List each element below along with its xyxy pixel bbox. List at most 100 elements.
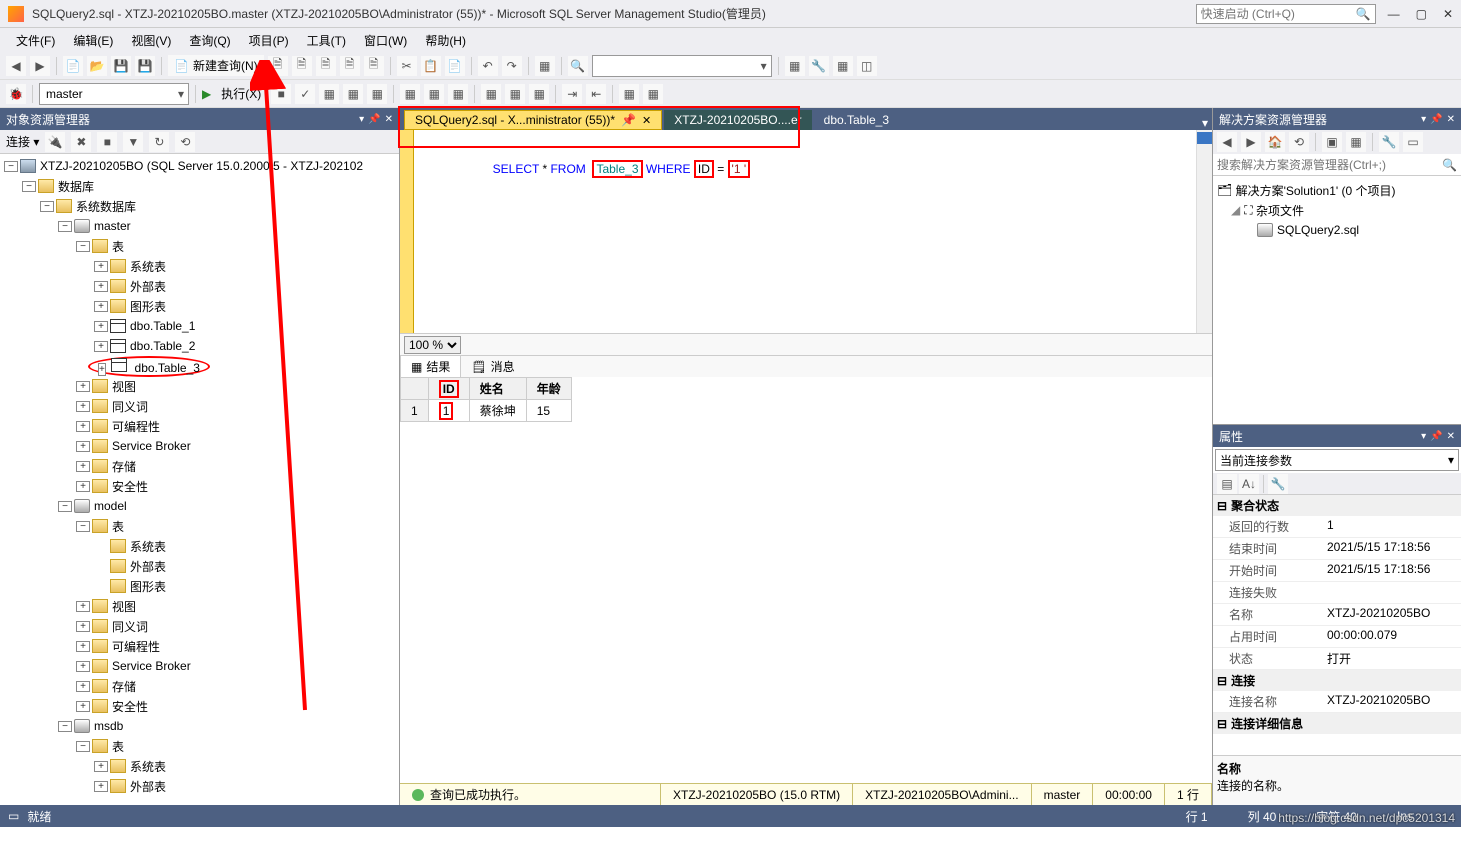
refresh-icon[interactable]: ↻	[149, 132, 169, 152]
prop-category-details[interactable]: ⊟连接详细信息	[1213, 713, 1461, 734]
quick-launch-input[interactable]	[1201, 7, 1356, 21]
solution-tree[interactable]: 🗂 解决方案'Solution1' (0 个项目) ◢⛶ 杂项文件 SQLQue…	[1213, 176, 1461, 424]
outdent-button[interactable]: ⇤	[586, 84, 606, 104]
dropdown-icon[interactable]: ▾	[359, 114, 364, 125]
parse-button[interactable]: ✓	[295, 84, 315, 104]
model-synonyms-node[interactable]: 同义词	[112, 618, 148, 635]
expand-icon[interactable]: +	[76, 461, 90, 472]
debug-button[interactable]: 🐞	[6, 84, 26, 104]
indent-button[interactable]: ⇥	[562, 84, 582, 104]
expand-icon[interactable]: −	[22, 181, 36, 192]
new-query-button[interactable]: 📄 新建查询(N)	[168, 55, 264, 76]
table3-node[interactable]: dbo.Table_3	[135, 361, 200, 375]
model-views-node[interactable]: 视图	[112, 598, 136, 615]
msdb-tables-node[interactable]: 表	[112, 738, 124, 755]
split-icon[interactable]	[1197, 132, 1212, 144]
menu-file[interactable]: 文件(F)	[8, 29, 63, 52]
model-storage-node[interactable]: 存储	[112, 678, 136, 695]
expand-icon[interactable]: +	[98, 363, 106, 376]
col-id[interactable]: ID	[428, 378, 469, 400]
maximize-button[interactable]: ▢	[1416, 7, 1427, 21]
results-grid[interactable]: ID 姓名 年龄 1 1 蔡徐坤 15	[400, 377, 1212, 783]
wrench-icon[interactable]: 🔧	[1268, 474, 1288, 494]
dm-icon[interactable]: 🗎	[316, 56, 336, 76]
expand-icon[interactable]: +	[94, 301, 108, 312]
msdb-node[interactable]: msdb	[94, 719, 123, 733]
col-age[interactable]: 年龄	[526, 378, 571, 400]
expand-icon[interactable]: +	[94, 261, 108, 272]
expand-icon[interactable]: −	[76, 741, 90, 752]
find-combo[interactable]	[592, 55, 772, 77]
expand-icon[interactable]: +	[76, 701, 90, 712]
col-name[interactable]: 姓名	[469, 378, 526, 400]
pin-icon[interactable]: 📌	[1430, 431, 1442, 442]
msdb-system-tables-node[interactable]: 系统表	[130, 758, 166, 775]
model-security-node[interactable]: 安全性	[112, 698, 148, 715]
cut-button[interactable]: ✂	[397, 56, 417, 76]
minimize-button[interactable]: —	[1388, 7, 1400, 21]
expand-icon[interactable]: +	[94, 761, 108, 772]
tb-g[interactable]: ▦	[619, 84, 639, 104]
menu-project[interactable]: 项目(P)	[241, 29, 297, 52]
model-tables-node[interactable]: 表	[112, 518, 124, 535]
system-tables-node[interactable]: 系统表	[130, 258, 166, 275]
nav-fwd-button[interactable]: ▶	[30, 56, 50, 76]
expand-icon[interactable]: +	[76, 401, 90, 412]
back-icon[interactable]: ◀	[1217, 132, 1237, 152]
menu-help[interactable]: 帮助(H)	[417, 29, 474, 52]
expand-icon[interactable]: −	[58, 721, 72, 732]
tb-f[interactable]: ▦	[529, 84, 549, 104]
menu-edit[interactable]: 编辑(E)	[65, 29, 121, 52]
expand-icon[interactable]: +	[76, 481, 90, 492]
programmability-node[interactable]: 可编程性	[112, 418, 160, 435]
expand-icon[interactable]: +	[94, 281, 108, 292]
categorized-icon[interactable]: ▤	[1217, 474, 1237, 494]
msdb-external-tables-node[interactable]: 外部表	[130, 778, 166, 795]
expand-icon[interactable]: +	[76, 661, 90, 672]
sql-editor[interactable]: SELECT * FROM Table_3 WHERE ID = '1 '	[414, 130, 1196, 333]
close-icon[interactable]: ✕	[1447, 114, 1455, 125]
tb-d[interactable]: ▦	[481, 84, 501, 104]
table2-node[interactable]: dbo.Table_2	[130, 339, 195, 353]
close-button[interactable]: ✕	[1443, 7, 1453, 21]
expand-icon[interactable]: +	[94, 341, 108, 352]
messages-tab[interactable]: 🗒消息	[461, 356, 524, 377]
undo-button[interactable]: ↶	[478, 56, 498, 76]
menu-view[interactable]: 视图(V)	[123, 29, 179, 52]
model-service-broker-node[interactable]: Service Broker	[112, 659, 191, 673]
tb-e[interactable]: ▦	[505, 84, 525, 104]
solution-search-input[interactable]	[1213, 158, 1438, 172]
prop-category-connection[interactable]: ⊟连接	[1213, 670, 1461, 691]
sync-icon[interactable]: ⟲	[1289, 132, 1309, 152]
de-icon[interactable]: 🗎	[268, 56, 288, 76]
editor-body[interactable]: SELECT * FROM Table_3 WHERE ID = '1 '	[400, 130, 1212, 333]
tabs-dropdown-icon[interactable]: ▾	[1202, 116, 1208, 130]
model-system-tables-node[interactable]: 系统表	[130, 538, 166, 555]
connect-button[interactable]: 连接 ▾	[6, 133, 39, 150]
expand-icon[interactable]: −	[40, 201, 54, 212]
split-button[interactable]: ◫	[857, 56, 877, 76]
menu-window[interactable]: 窗口(W)	[356, 29, 415, 52]
stop-icon[interactable]: ■	[97, 132, 117, 152]
solution-node[interactable]: 解决方案'Solution1' (0 个项目)	[1236, 182, 1396, 199]
nav-back-button[interactable]: ◀	[6, 56, 26, 76]
service-broker-node[interactable]: Service Broker	[112, 439, 191, 453]
expand-icon[interactable]: +	[94, 321, 108, 332]
md-icon[interactable]: 🗎	[292, 56, 312, 76]
expand-icon[interactable]: +	[76, 601, 90, 612]
tool-b-button[interactable]: ▦	[833, 56, 853, 76]
tb-c[interactable]: ▦	[448, 84, 468, 104]
graph-tables-node[interactable]: 图形表	[130, 298, 166, 315]
pin-icon[interactable]: 📌	[368, 114, 380, 125]
redo-button[interactable]: ↷	[502, 56, 522, 76]
expand-icon[interactable]: −	[58, 501, 72, 512]
master-node[interactable]: master	[94, 219, 131, 233]
tb-h[interactable]: ▦	[643, 84, 663, 104]
server-node[interactable]: XTZJ-20210205BO (SQL Server 15.0.2000.5 …	[40, 159, 363, 173]
prop-category-aggregate[interactable]: ⊟聚合状态	[1213, 495, 1461, 516]
misc-files-node[interactable]: 杂项文件	[1256, 202, 1304, 219]
save-all-button[interactable]: 💾	[135, 56, 155, 76]
expand-icon[interactable]: +	[76, 421, 90, 432]
quick-launch-box[interactable]: 🔍	[1196, 4, 1376, 24]
storage-node[interactable]: 存储	[112, 458, 136, 475]
